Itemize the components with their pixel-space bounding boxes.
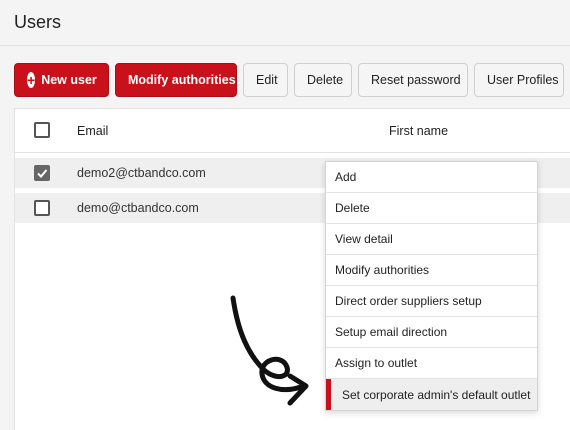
new-user-button[interactable]: + New user [14,63,109,97]
select-all-checkbox[interactable] [34,122,50,138]
table-header: Email First name [15,109,570,153]
menu-item-delete[interactable]: Delete [326,193,537,224]
menu-item-modify-authorities[interactable]: Modify authorities [326,255,537,286]
user-profiles-button[interactable]: User Profiles [474,63,564,97]
modify-authorities-button[interactable]: Modify authorities [115,63,237,97]
context-menu: Add Delete View detail Modify authoritie… [325,161,538,411]
menu-item-set-corporate-admin-default-outlet[interactable]: Set corporate admin's default outlet [326,379,537,410]
reset-password-button[interactable]: Reset password [358,63,468,97]
new-user-label: New user [41,73,97,87]
column-header-email[interactable]: Email [77,124,108,138]
cell-email: demo@ctbandco.com [77,201,199,215]
hand-drawn-arrow-icon [230,295,309,406]
checkmark-icon [37,169,48,178]
page-title: Users [14,12,62,32]
menu-item-setup-email-direction[interactable]: Setup email direction [326,317,537,348]
edit-button[interactable]: Edit [243,63,288,97]
cell-email: demo2@ctbandco.com [77,166,206,180]
menu-item-view-detail[interactable]: View detail [326,224,537,255]
page-header: Users [0,0,570,46]
row-checkbox[interactable] [34,200,50,216]
plus-circle-icon: + [27,72,36,88]
menu-item-assign-to-outlet[interactable]: Assign to outlet [326,348,537,379]
menu-item-direct-order-suppliers-setup[interactable]: Direct order suppliers setup [326,286,537,317]
toolbar: + New user Modify authorities Edit Delet… [14,63,564,97]
column-header-first-name[interactable]: First name [389,124,448,138]
row-checkbox[interactable] [34,165,50,181]
menu-item-add[interactable]: Add [326,162,537,193]
delete-button[interactable]: Delete [294,63,352,97]
